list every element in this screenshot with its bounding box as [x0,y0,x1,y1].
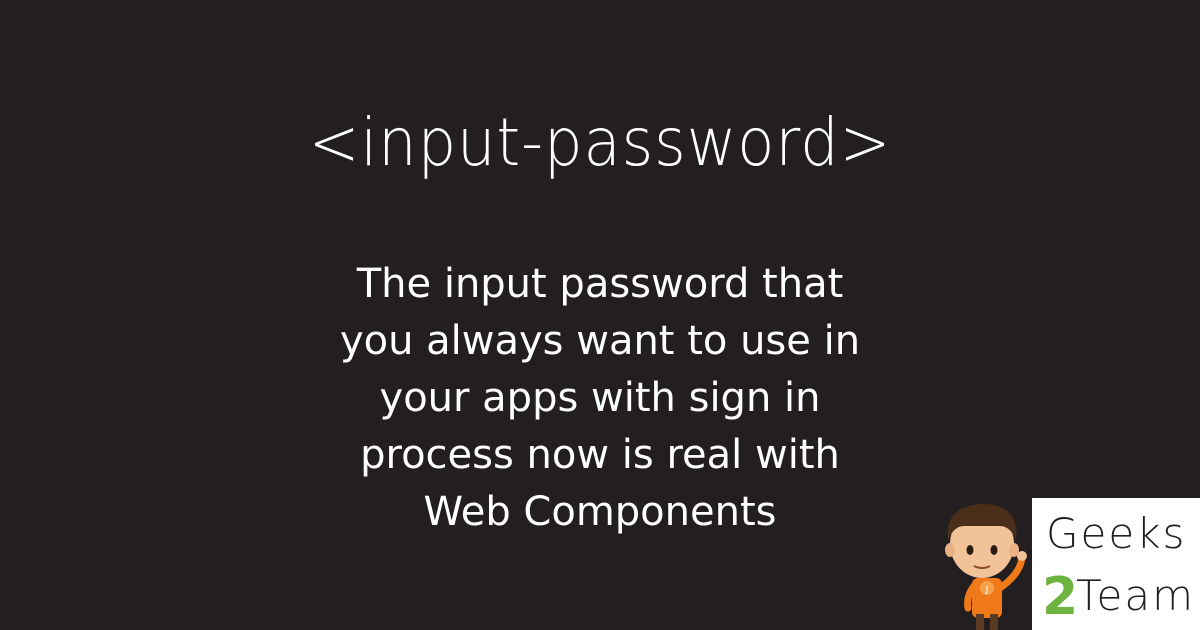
description-line: Web Components [423,489,777,535]
description-line: process now is real with [360,432,840,478]
description: The input password that you always want … [300,256,900,541]
description-line: The input password that [356,261,844,307]
logo-line2: Team [1076,571,1195,620]
logo-line1: Geeks [1046,509,1186,558]
logo-number: 2 [1042,567,1078,627]
description-line: you always want to use in [339,318,861,364]
page-title: <input-password> [308,104,892,181]
geeks2team-logo: Geeks 2 Team [1032,498,1200,630]
boy-mascot-icon: J [945,504,1027,630]
mascot-badge-letter: J [985,585,989,595]
description-line: your apps with sign in [379,375,821,421]
